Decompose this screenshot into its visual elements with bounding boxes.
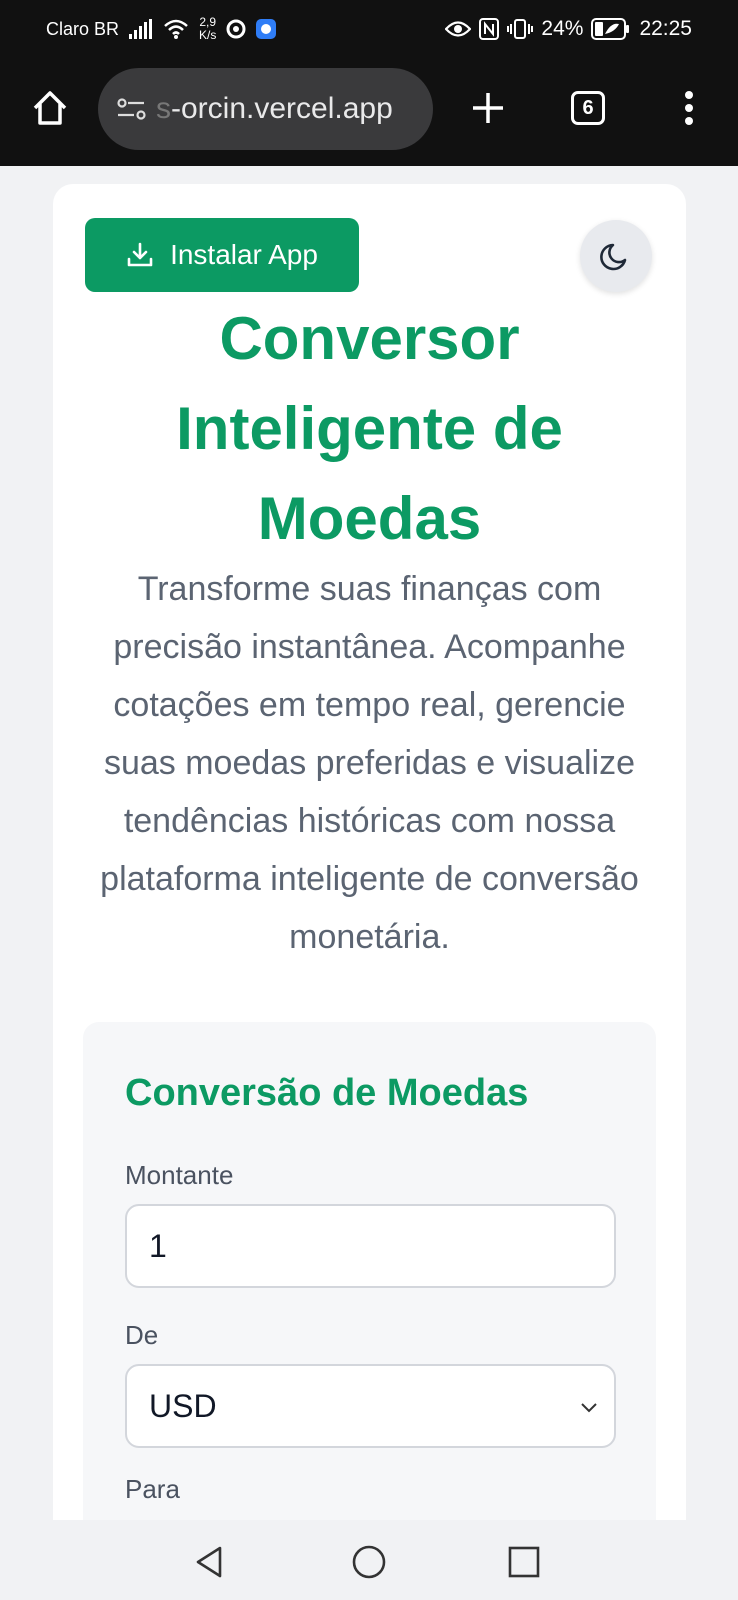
- page-description: Transforme suas finanças com precisão in…: [100, 570, 639, 956]
- amount-label: Montante: [125, 1160, 234, 1190]
- home-button[interactable]: [28, 86, 72, 130]
- battery-percent: 24%: [541, 17, 584, 40]
- tab-switcher-button[interactable]: 6: [568, 88, 608, 128]
- eye-icon: [445, 20, 472, 38]
- home-icon: [33, 91, 67, 125]
- browser-toolbar: s-orcin.vercel.app 6: [0, 58, 738, 166]
- url-domain: -orcin.vercel.app: [171, 92, 393, 125]
- home-nav-button[interactable]: [347, 1540, 391, 1584]
- carrier-name: Claro BR: [46, 18, 120, 39]
- from-label: De: [125, 1320, 159, 1350]
- title-line: Moedas: [257, 485, 482, 552]
- moon-icon: [600, 243, 627, 271]
- battery-icon: [591, 18, 631, 40]
- download-icon: [127, 242, 153, 267]
- address-bar[interactable]: s-orcin.vercel.app: [98, 68, 433, 150]
- install-app-button[interactable]: Instalar App: [85, 218, 359, 292]
- nfc-icon: [479, 18, 500, 40]
- web-page: Instalar App Conversor Inteligente de Mo…: [0, 166, 738, 1520]
- converter-title: Conversão de Moedas: [125, 1072, 529, 1114]
- recents-square-icon: [508, 1546, 540, 1578]
- status-bar: Claro BR 2,9 K/s 24% 22:25: [0, 0, 738, 58]
- title-line: Inteligente de: [176, 395, 563, 462]
- app-notification-icon: [256, 19, 277, 39]
- install-app-label: Instalar App: [170, 239, 318, 270]
- amount-input[interactable]: 1: [125, 1204, 616, 1288]
- amount-value: 1: [149, 1227, 167, 1264]
- converter-panel: Conversão de Moedas Montante 1 De USD Pa…: [83, 1022, 656, 1520]
- new-tab-button[interactable]: [466, 86, 510, 130]
- main-card: Instalar App Conversor Inteligente de Mo…: [53, 184, 686, 1520]
- more-vert-icon: [685, 91, 693, 125]
- network-speed-unit: K/s: [199, 28, 217, 42]
- chrome-icon: [226, 19, 246, 39]
- from-currency-value: USD: [149, 1387, 217, 1424]
- browser-menu-button[interactable]: [674, 86, 704, 130]
- network-speed: 2,9 K/s: [199, 16, 216, 42]
- system-nav-bar: [0, 1520, 738, 1600]
- vibrate-icon: [507, 18, 534, 40]
- tab-count: 6: [571, 91, 605, 125]
- signal-icon: [129, 19, 153, 39]
- clock-time: 22:25: [639, 17, 692, 40]
- theme-toggle-button[interactable]: [580, 220, 652, 292]
- to-label: Para: [125, 1474, 180, 1504]
- back-button[interactable]: [188, 1540, 232, 1584]
- chevron-down-icon: [581, 1403, 597, 1413]
- url-text[interactable]: s-orcin.vercel.app: [156, 92, 393, 126]
- page-title: Conversor Inteligente de Moedas: [73, 294, 666, 564]
- title-line: Conversor: [219, 305, 520, 372]
- site-settings-icon[interactable]: [116, 94, 150, 124]
- back-triangle-icon: [196, 1546, 222, 1578]
- url-faded-prefix: s: [156, 92, 171, 125]
- wifi-icon: [163, 18, 189, 40]
- plus-icon: [473, 93, 503, 123]
- home-circle-icon: [352, 1545, 386, 1579]
- from-currency-select[interactable]: USD: [125, 1364, 616, 1448]
- recents-button[interactable]: [502, 1540, 546, 1584]
